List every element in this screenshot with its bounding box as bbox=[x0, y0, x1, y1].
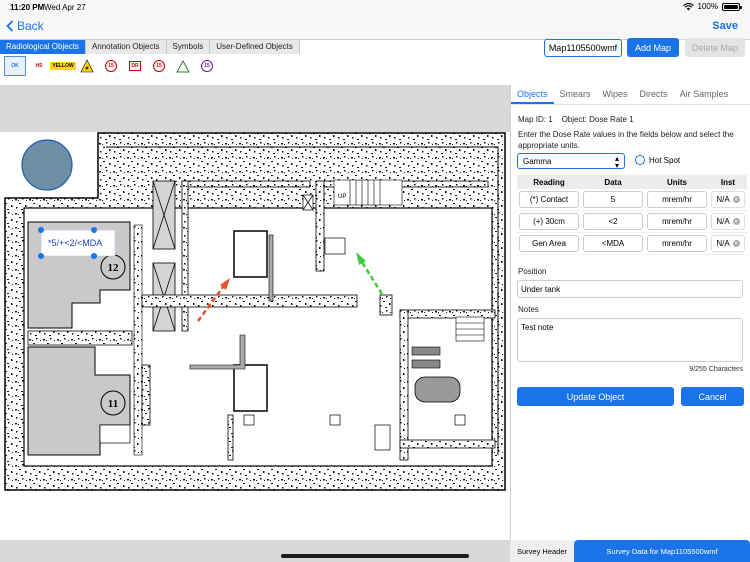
tab-survey-header[interactable]: Survey Header bbox=[510, 540, 574, 562]
room-number-12: 12 bbox=[108, 262, 120, 274]
bottom-tab-bar: Survey Header Survey Data for Map1105500… bbox=[510, 540, 750, 562]
back-label: Back bbox=[17, 19, 44, 33]
symbol-circle-15-a[interactable]: 15 bbox=[100, 56, 122, 76]
units-select-contact[interactable]: mrem/hr bbox=[647, 191, 707, 208]
triangle-dr-icon bbox=[176, 59, 190, 72]
symbol-radiation[interactable] bbox=[76, 56, 98, 76]
data-input-gen-area[interactable]: <MDA bbox=[583, 235, 643, 252]
add-map-button[interactable]: Add Map bbox=[627, 38, 679, 57]
tab-wipes[interactable]: Wipes bbox=[597, 85, 634, 104]
floor-plan[interactable]: UP 12 11 *5/+<2/<MDA bbox=[0, 85, 510, 562]
panel-tabs: Objects Smears Wipes Directs Air Samples bbox=[511, 85, 750, 105]
notes-label: Notes bbox=[518, 305, 539, 314]
header-data: Data bbox=[604, 177, 622, 187]
tab-radiological-objects[interactable]: Radiological Objects bbox=[0, 40, 86, 54]
reading-30cm: (+) 30cm bbox=[519, 213, 579, 230]
inst-field-gen-area[interactable]: N/A ✕ bbox=[711, 235, 745, 252]
tab-directs[interactable]: Directs bbox=[634, 85, 674, 104]
radio-icon bbox=[635, 155, 645, 165]
units-select-30cm[interactable]: mrem/hr bbox=[647, 213, 707, 230]
hot-spot-toggle[interactable]: Hot Spot bbox=[635, 155, 680, 165]
radiation-type-select[interactable]: Gamma ▴ ▾ bbox=[517, 153, 625, 170]
reading-gen-area: Gen Area bbox=[519, 235, 579, 252]
tab-air-samples[interactable]: Air Samples bbox=[674, 85, 735, 104]
notes-field[interactable]: Test note bbox=[517, 318, 743, 362]
save-button[interactable]: Save bbox=[712, 20, 738, 32]
radiation-type-value: Gamma bbox=[523, 156, 552, 166]
tool-category-tabs: Radiological Objects Annotation Objects … bbox=[0, 40, 300, 54]
update-object-button[interactable]: Update Object bbox=[517, 387, 674, 406]
map-canvas[interactable]: UP 12 11 *5/+<2/<MDA bbox=[0, 85, 510, 562]
position-label: Position bbox=[518, 267, 547, 276]
header-inst: Inst bbox=[720, 177, 736, 187]
home-indicator[interactable] bbox=[281, 554, 469, 558]
clear-icon[interactable]: ✕ bbox=[732, 218, 740, 225]
delete-map-button: Delete Map bbox=[685, 38, 745, 57]
table-header: Reading Data Units Inst bbox=[517, 175, 747, 189]
symbol-triangle-dr[interactable] bbox=[172, 56, 194, 76]
tab-objects[interactable]: Objects bbox=[511, 85, 554, 104]
symbol-box-dr-a[interactable]: DR bbox=[124, 56, 146, 76]
map-object-info: Map ID: 1 Object: Dose Rate 1 bbox=[518, 115, 634, 124]
tab-symbols[interactable]: Symbols bbox=[166, 40, 211, 54]
symbol-palette: OK HS YELLOW 15 DR 15 15 bbox=[4, 56, 218, 76]
header-reading: Reading bbox=[533, 177, 565, 187]
symbol-yellow-label[interactable]: YELLOW bbox=[50, 56, 76, 76]
wifi-icon bbox=[682, 2, 694, 10]
stair-label: UP bbox=[338, 194, 346, 200]
symbol-ok[interactable]: OK bbox=[4, 56, 26, 76]
symbol-circle-15-c[interactable]: 15 bbox=[196, 56, 218, 76]
table-row: (+) 30cm <2 mrem/hr N/A ✕ bbox=[517, 211, 747, 233]
map-id-field[interactable]: Map1105500wmf bbox=[544, 39, 622, 57]
back-button[interactable]: Back bbox=[6, 19, 44, 33]
status-right: 100% bbox=[682, 2, 742, 11]
radiation-icon bbox=[80, 59, 94, 73]
room-number-11: 11 bbox=[108, 398, 118, 410]
battery-icon bbox=[722, 2, 742, 11]
reading-contact: (*) Contact bbox=[519, 191, 579, 208]
battery-percent: 100% bbox=[697, 2, 718, 11]
cancel-button[interactable]: Cancel bbox=[681, 387, 744, 406]
symbol-circle-15-b[interactable]: 15 bbox=[148, 56, 170, 76]
hot-spot-label: Hot Spot bbox=[649, 155, 681, 165]
navigation-bar: Back Save bbox=[0, 14, 750, 40]
units-select-gen-area[interactable]: mrem/hr bbox=[647, 235, 707, 252]
instruction-text: Enter the Dose Rate values in the fields… bbox=[518, 130, 734, 150]
dose-rate-table: Reading Data Units Inst (*) Contact 5 mr… bbox=[517, 175, 747, 255]
header-units: Units bbox=[667, 177, 687, 187]
tab-user-defined-objects[interactable]: User-Defined Objects bbox=[210, 40, 300, 54]
clear-icon[interactable]: ✕ bbox=[732, 240, 740, 247]
inst-field-contact[interactable]: N/A ✕ bbox=[711, 191, 745, 208]
tab-survey-data[interactable]: Survey Data for Map1105500wmf bbox=[574, 540, 750, 562]
inst-value: N/A bbox=[716, 239, 730, 248]
tab-annotation-objects[interactable]: Annotation Objects bbox=[85, 40, 167, 54]
chevron-up-down-icon: ▴ ▾ bbox=[614, 154, 619, 170]
data-input-contact[interactable]: 5 bbox=[583, 191, 643, 208]
inst-value: N/A bbox=[716, 217, 730, 226]
annotation-text[interactable]: *5/+<2/<MDA bbox=[48, 238, 102, 248]
status-bar: 11:20 PM Wed Apr 27 100% bbox=[0, 0, 750, 14]
clear-icon[interactable]: ✕ bbox=[732, 196, 740, 203]
inst-field-30cm[interactable]: N/A ✕ bbox=[711, 213, 745, 230]
character-count: 9/255 Characters bbox=[689, 366, 743, 373]
status-date: Wed Apr 27 bbox=[44, 3, 86, 12]
data-input-30cm[interactable]: <2 bbox=[583, 213, 643, 230]
dose-object-marker bbox=[21, 139, 73, 191]
inst-value: N/A bbox=[716, 195, 730, 204]
chevron-left-icon bbox=[6, 20, 14, 32]
position-field[interactable]: Under tank bbox=[517, 280, 743, 298]
table-row: (*) Contact 5 mrem/hr N/A ✕ bbox=[517, 189, 747, 211]
object-panel: Objects Smears Wipes Directs Air Samples… bbox=[510, 85, 750, 562]
status-time: 11:20 PM bbox=[10, 3, 45, 12]
tab-smears[interactable]: Smears bbox=[554, 85, 597, 104]
table-row: Gen Area <MDA mrem/hr N/A ✕ bbox=[517, 233, 747, 255]
symbol-hot-spot[interactable]: HS bbox=[28, 56, 50, 76]
